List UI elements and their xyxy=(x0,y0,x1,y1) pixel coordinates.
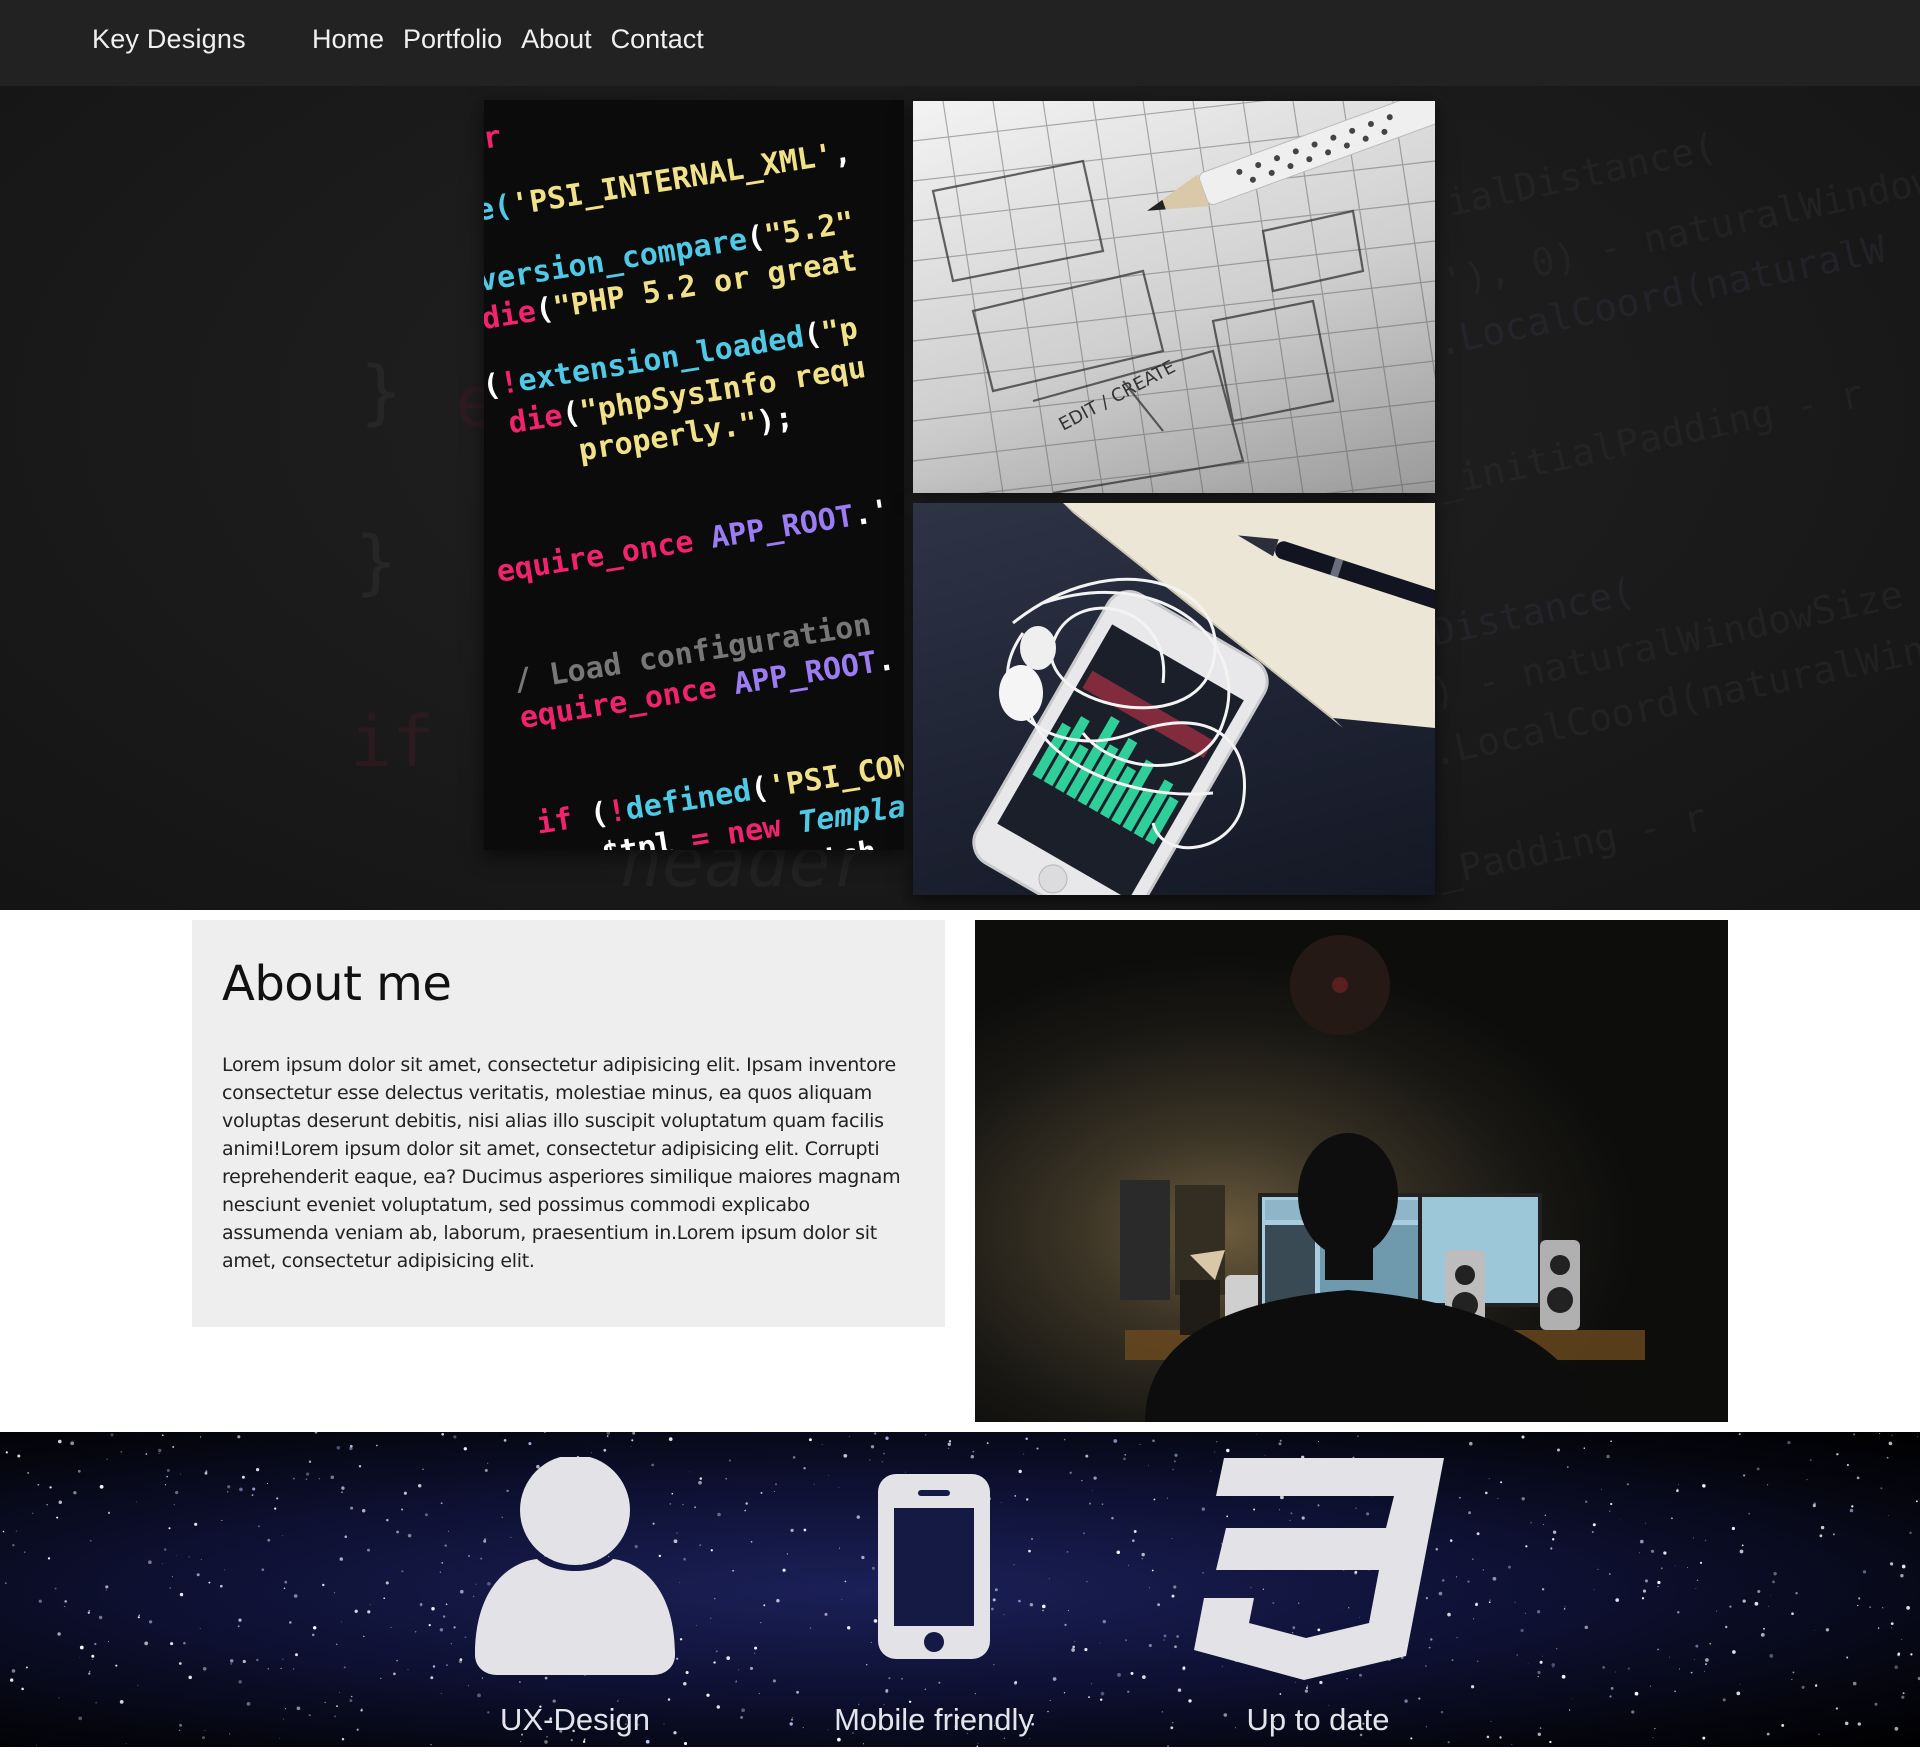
feature-up-to-date: Up to date xyxy=(1194,1458,1444,1747)
brand-logo-link[interactable]: Key Designs xyxy=(92,24,246,55)
nav-link-portfolio[interactable]: Portfolio xyxy=(403,24,502,55)
hero-section: } e } if header ialDistance( '), 0) - na… xyxy=(0,86,1920,910)
mobile-phone-icon xyxy=(878,1474,990,1659)
features-section: UX-Design Mobile friendly Up to date xyxy=(0,1432,1920,1747)
svg-text:equire_once APP_ROOT.': equire_once APP_ROOT.' xyxy=(494,493,892,590)
svg-text:_initialPadding - r: _initialPadding - r xyxy=(1433,371,1868,505)
feature-mobile-friendly: Mobile friendly xyxy=(834,1474,1034,1747)
feature-ux-design: UX-Design xyxy=(475,1457,675,1747)
navbar: Key Designs Home Portfolio About Contact xyxy=(0,0,1920,86)
svg-text:}: } xyxy=(360,351,402,433)
svg-text:}: } xyxy=(355,521,397,603)
nav-link-contact[interactable]: Contact xyxy=(611,24,704,55)
about-text: Lorem ipsum dolor sit amet, consectetur … xyxy=(222,1053,901,1272)
nav-link-home[interactable]: Home xyxy=(312,24,384,55)
feature-label-up-to-date: Up to date xyxy=(1246,1702,1390,1737)
user-icon xyxy=(475,1457,675,1675)
css3-icon xyxy=(1194,1458,1444,1680)
about-photo-developer xyxy=(975,920,1728,1422)
page-bottom-strip xyxy=(0,1747,1920,1752)
feature-label-mobile-friendly: Mobile friendly xyxy=(834,1702,1034,1737)
feature-label-ux-design: UX-Design xyxy=(500,1702,650,1737)
svg-text:@var: @var xyxy=(484,119,504,165)
svg-text:if: if xyxy=(350,701,434,783)
phone-earbuds-photo xyxy=(913,503,1435,895)
svg-text:_Padding - r: _Padding - r xyxy=(1433,795,1711,896)
svg-text:EDIT / CREATE: EDIT / CREATE xyxy=(1055,356,1179,435)
wireframe-sketch-photo: EDIT / CREATE xyxy=(913,101,1435,493)
nav-links: Home Portfolio About Contact xyxy=(312,24,704,55)
nav-link-about[interactable]: About xyxy=(521,24,592,55)
code-screen-photo: @var ine('PSI_INTERNAL_XML', (version_co… xyxy=(484,100,904,850)
about-title: About me xyxy=(222,956,452,1012)
about-card: About me Lorem ipsum dolor sit amet, con… xyxy=(192,920,945,1327)
